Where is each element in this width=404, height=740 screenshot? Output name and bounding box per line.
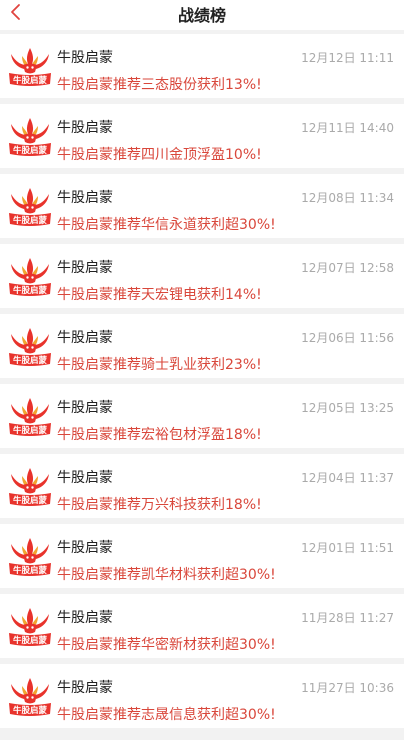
- timestamp: 11月28日 11:27: [301, 611, 394, 625]
- sender-name: 牛股启蒙: [57, 470, 113, 486]
- message-text: 牛股启蒙推荐万兴科技获利18%!: [57, 497, 262, 513]
- list-item[interactable]: 牛股启蒙 牛股启蒙 12月07日 12:58 牛股启蒙推荐天宏锂电获利14%!: [0, 244, 404, 308]
- list-item[interactable]: 牛股启蒙 牛股启蒙 12月01日 11:51 牛股启蒙推荐凯华材料获利超30%!: [0, 524, 404, 588]
- top-bar: 战绩榜: [0, 0, 404, 30]
- sender-name: 牛股启蒙: [57, 190, 113, 206]
- svg-text:牛股启蒙: 牛股启蒙: [13, 565, 48, 576]
- niugu-qimeng-logo-icon: 牛股启蒙: [9, 608, 51, 646]
- record-list: 牛股启蒙 牛股启蒙 12月12日 11:11 牛股启蒙推荐三态股份获利13%! …: [0, 34, 404, 734]
- niugu-qimeng-logo-icon: 牛股启蒙: [9, 258, 51, 296]
- timestamp: 12月01日 11:51: [301, 541, 394, 555]
- message-text: 牛股启蒙推荐骑士乳业获利23%!: [57, 357, 262, 373]
- svg-text:牛股启蒙: 牛股启蒙: [13, 215, 48, 226]
- niugu-qimeng-logo-icon: 牛股启蒙: [9, 118, 51, 156]
- sender-name: 牛股启蒙: [57, 540, 113, 556]
- sender-name: 牛股启蒙: [57, 400, 113, 416]
- niugu-qimeng-logo-icon: 牛股启蒙: [9, 538, 51, 576]
- list-item[interactable]: 牛股启蒙 牛股启蒙 12月08日 11:34 牛股启蒙推荐华信永道获利超30%!: [0, 174, 404, 238]
- niugu-qimeng-logo-icon: 牛股启蒙: [9, 48, 51, 86]
- svg-text:牛股启蒙: 牛股启蒙: [13, 425, 48, 436]
- timestamp: 12月12日 11:11: [301, 51, 394, 65]
- message-text: 牛股启蒙推荐华信永道获利超30%!: [57, 217, 276, 233]
- svg-text:牛股启蒙: 牛股启蒙: [13, 145, 48, 156]
- message-text: 牛股启蒙推荐华密新材获利超30%!: [57, 637, 276, 653]
- list-item[interactable]: 牛股启蒙 牛股启蒙 12月04日 11:37 牛股启蒙推荐万兴科技获利18%!: [0, 454, 404, 518]
- timestamp: 12月05日 13:25: [301, 401, 394, 415]
- niugu-qimeng-logo-icon: 牛股启蒙: [9, 328, 51, 366]
- sender-name: 牛股启蒙: [57, 50, 113, 66]
- list-item[interactable]: 牛股启蒙 牛股启蒙 12月11日 14:40 牛股启蒙推荐四川金顶浮盈10%!: [0, 104, 404, 168]
- message-text: 牛股启蒙推荐宏裕包材浮盈18%!: [57, 427, 262, 443]
- timestamp: 12月04日 11:37: [301, 471, 394, 485]
- message-text: 牛股启蒙推荐凯华材料获利超30%!: [57, 567, 276, 583]
- timestamp: 12月11日 14:40: [301, 121, 394, 135]
- niugu-qimeng-logo-icon: 牛股启蒙: [9, 188, 51, 226]
- svg-text:牛股启蒙: 牛股启蒙: [13, 285, 48, 296]
- sender-name: 牛股启蒙: [57, 610, 113, 626]
- niugu-qimeng-logo-icon: 牛股启蒙: [9, 398, 51, 436]
- sender-name: 牛股启蒙: [57, 680, 113, 696]
- message-text: 牛股启蒙推荐三态股份获利13%!: [57, 77, 262, 93]
- page-title: 战绩榜: [177, 6, 226, 25]
- sender-name: 牛股启蒙: [57, 330, 113, 346]
- timestamp: 12月07日 12:58: [301, 261, 394, 275]
- list-item[interactable]: 牛股启蒙 牛股启蒙 11月27日 10:36 牛股启蒙推荐志晟信息获利超30%!: [0, 664, 404, 728]
- sender-name: 牛股启蒙: [57, 260, 113, 276]
- niugu-qimeng-logo-icon: 牛股启蒙: [9, 468, 51, 506]
- message-text: 牛股启蒙推荐志晟信息获利超30%!: [57, 707, 276, 723]
- timestamp: 12月08日 11:34: [301, 191, 394, 205]
- sender-name: 牛股启蒙: [57, 120, 113, 136]
- list-item[interactable]: 牛股启蒙 牛股启蒙 12月05日 13:25 牛股启蒙推荐宏裕包材浮盈18%!: [0, 384, 404, 448]
- list-item[interactable]: 牛股启蒙 牛股启蒙 11月28日 11:27 牛股启蒙推荐华密新材获利超30%!: [0, 594, 404, 658]
- timestamp: 11月27日 10:36: [301, 681, 394, 695]
- svg-text:牛股启蒙: 牛股启蒙: [13, 635, 48, 646]
- svg-text:牛股启蒙: 牛股启蒙: [13, 75, 48, 86]
- svg-text:牛股启蒙: 牛股启蒙: [13, 495, 48, 506]
- svg-text:牛股启蒙: 牛股启蒙: [13, 705, 48, 716]
- timestamp: 12月06日 11:56: [301, 331, 394, 345]
- svg-text:牛股启蒙: 牛股启蒙: [13, 355, 48, 366]
- message-text: 牛股启蒙推荐天宏锂电获利14%!: [57, 287, 262, 303]
- list-item[interactable]: 牛股启蒙 牛股启蒙 12月06日 11:56 牛股启蒙推荐骑士乳业获利23%!: [0, 314, 404, 378]
- message-text: 牛股启蒙推荐四川金顶浮盈10%!: [57, 147, 262, 163]
- niugu-qimeng-logo-icon: 牛股启蒙: [9, 678, 51, 716]
- list-item[interactable]: 牛股启蒙 牛股启蒙 12月12日 11:11 牛股启蒙推荐三态股份获利13%!: [0, 34, 404, 98]
